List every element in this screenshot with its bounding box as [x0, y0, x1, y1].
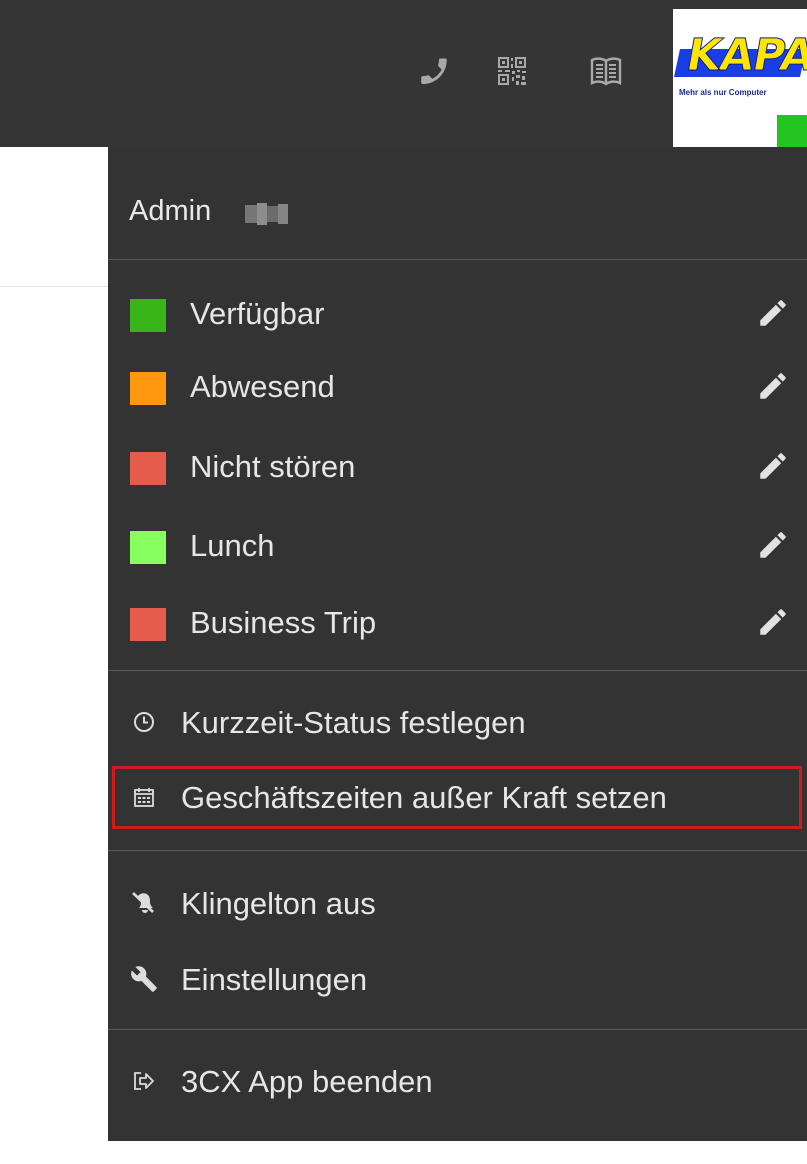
phone-icon[interactable]: [412, 50, 454, 92]
redacted-name: [245, 203, 289, 225]
status-color-swatch: [130, 452, 166, 485]
short-status-label: Kurzzeit-Status festlegen: [181, 705, 526, 740]
exit-icon: [128, 1065, 160, 1097]
pencil-icon[interactable]: [756, 605, 790, 639]
pencil-icon[interactable]: [756, 296, 790, 330]
wrench-icon: [128, 963, 160, 995]
menu-divider: [108, 670, 807, 671]
status-label: Verfügbar: [190, 296, 325, 331]
ringtone-off-label: Klingelton aus: [181, 886, 376, 921]
qr-code-icon[interactable]: [491, 50, 533, 92]
status-color-swatch: [130, 608, 166, 641]
status-item-nicht-stoeren[interactable]: Nicht stören: [108, 427, 807, 507]
quit-app-item[interactable]: 3CX App beenden: [108, 1045, 807, 1119]
menu-divider: [108, 1029, 807, 1030]
menu-divider: [108, 259, 807, 260]
status-label: Nicht stören: [190, 449, 356, 484]
pencil-icon[interactable]: [756, 528, 790, 562]
pencil-icon[interactable]: [756, 369, 790, 403]
status-label: Abwesend: [190, 369, 335, 404]
ringtone-off-item[interactable]: Klingelton aus: [108, 867, 807, 941]
top-bar: KAPA Mehr als nur Computer: [0, 0, 807, 147]
pencil-icon[interactable]: [756, 449, 790, 483]
quit-app-label: 3CX App beenden: [181, 1064, 433, 1099]
status-item-verfuegbar[interactable]: Verfügbar: [108, 274, 807, 354]
status-color-swatch: [130, 299, 166, 332]
clock-icon: [128, 706, 160, 738]
short-status-item[interactable]: Kurzzeit-Status festlegen: [108, 686, 807, 760]
settings-item[interactable]: Einstellungen: [108, 943, 807, 1017]
status-item-business-trip[interactable]: Business Trip: [108, 583, 807, 663]
status-item-abwesend[interactable]: Abwesend: [108, 347, 807, 427]
menu-divider: [108, 850, 807, 851]
company-logo: KAPA Mehr als nur Computer: [673, 9, 807, 147]
highlight-box: [112, 766, 802, 829]
status-color-swatch: [130, 531, 166, 564]
status-color-swatch: [130, 372, 166, 405]
status-label: Business Trip: [190, 605, 377, 640]
phonebook-icon[interactable]: [585, 50, 627, 92]
status-item-lunch[interactable]: Lunch: [108, 506, 807, 586]
settings-label: Einstellungen: [181, 962, 368, 997]
user-name: Admin: [129, 195, 212, 227]
user-header: Admin: [108, 147, 807, 259]
status-label: Lunch: [190, 528, 275, 563]
user-status-menu: Admin Verfügbar Abwesend Nicht stören Lu…: [108, 147, 807, 1141]
bell-off-icon: [128, 887, 160, 919]
content-divider: [0, 286, 108, 287]
